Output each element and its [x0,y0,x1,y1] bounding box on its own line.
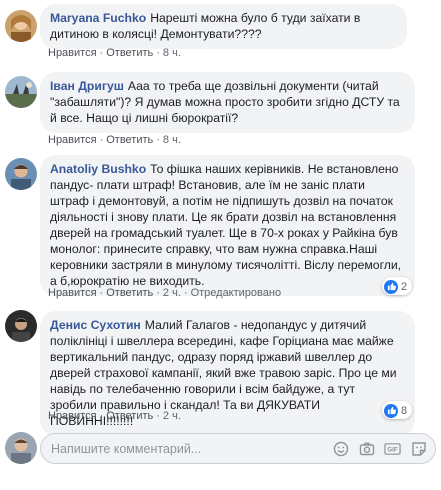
avatar[interactable] [5,76,37,108]
comment-author[interactable]: Maryana Fuchko [50,11,146,25]
comment-time[interactable]: 8 ч. [163,47,181,59]
comment-author[interactable]: Денис Сухотин [50,318,141,332]
camera-icon[interactable] [358,440,375,457]
comment-time[interactable]: 8 ч. [163,134,181,146]
reaction-count[interactable]: 8 [382,401,413,419]
avatar[interactable] [5,10,37,42]
comment-bubble: Maryana Fuchko Нарешті можна було б туди … [40,4,407,49]
reaction-count[interactable]: 2 [382,277,413,295]
edited-label[interactable]: Отредактировано [191,287,282,299]
like-icon [384,279,398,294]
like-icon [384,403,398,418]
composer-avatar [5,432,37,464]
reaction-count-label: 8 [401,404,408,417]
like-link[interactable]: Нравится [48,47,97,59]
comment-time[interactable]: 2 ч. [163,287,181,299]
gif-icon[interactable]: GIF [384,440,401,457]
like-link[interactable]: Нравится [48,134,97,146]
comment-time[interactable]: 2 ч. [163,410,181,422]
like-link[interactable]: Нравится [48,410,97,422]
avatar[interactable] [5,158,37,190]
reply-link[interactable]: Ответить [106,134,153,146]
svg-text:GIF: GIF [387,446,397,453]
comment-actions: Нравится · Ответить · 2 ч. · Отредактировано [48,287,282,299]
composer-icons: GIF [332,440,427,457]
comment-bubble: Іван Дригуш Ааа то треба ще дозвільні док… [40,72,415,133]
comment-author[interactable]: Anatoliy Bushko [50,162,146,176]
reaction-count-label: 2 [401,280,408,293]
reply-link[interactable]: Ответить [106,410,153,422]
comment-actions: Нравится · Ответить · 8 ч. [48,134,181,146]
comment-text: То фішка наших керівників. Не встановлен… [50,162,402,288]
like-link[interactable]: Нравится [48,287,97,299]
comment-actions: Нравится · Ответить · 8 ч. [48,47,181,59]
comment-composer[interactable]: Напишите комментарий... GIF [40,433,436,464]
sticker-icon[interactable] [410,440,427,457]
reply-link[interactable]: Ответить [106,47,153,59]
comment-bubble: Anatoliy Bushko То фішка наших керівників… [40,155,415,296]
emoji-icon[interactable] [332,440,349,457]
comment-actions: Нравится · Ответить · 2 ч. [48,410,181,422]
reply-link[interactable]: Ответить [106,287,153,299]
avatar[interactable] [5,310,37,342]
comment-input-placeholder[interactable]: Напишите комментарий... [51,442,201,456]
comment-author[interactable]: Іван Дригуш [50,79,124,93]
